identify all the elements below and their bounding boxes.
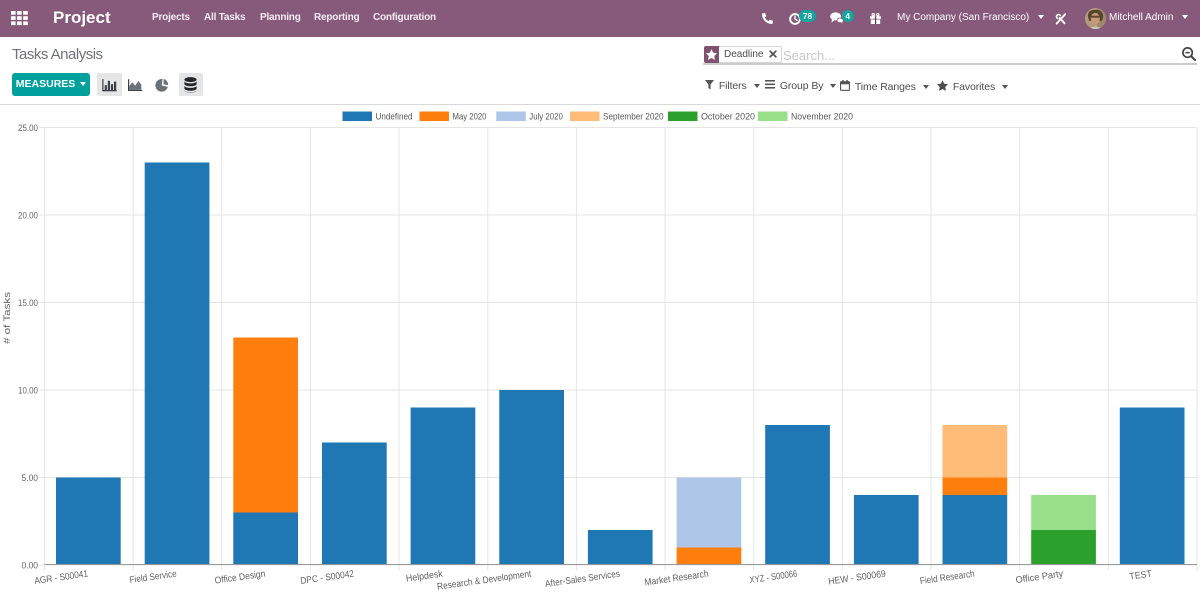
svg-text:May 2020: May 2020 bbox=[453, 112, 487, 123]
svg-text:September 2020: September 2020 bbox=[603, 112, 664, 123]
svg-text:20.00: 20.00 bbox=[18, 211, 38, 222]
svg-text:AGR - S00041: AGR - S00041 bbox=[34, 569, 89, 587]
svg-text:Undefined: Undefined bbox=[376, 112, 413, 123]
svg-text:Market Research: Market Research bbox=[644, 569, 709, 589]
svg-text:0.00: 0.00 bbox=[22, 561, 39, 572]
svg-text:DPC - S00042: DPC - S00042 bbox=[300, 569, 355, 587]
svg-text:25.00: 25.00 bbox=[18, 123, 38, 134]
svg-text:Office Design: Office Design bbox=[214, 569, 266, 587]
svg-text:Research & Development: Research & Development bbox=[436, 569, 532, 593]
svg-text:HEW - S00069: HEW - S00069 bbox=[828, 569, 887, 588]
svg-text:10.00: 10.00 bbox=[18, 386, 38, 397]
svg-text:July 2020: July 2020 bbox=[529, 112, 563, 123]
svg-text:Office Party: Office Party bbox=[1015, 569, 1064, 587]
svg-text:After-Sales Services: After-Sales Services bbox=[544, 569, 621, 590]
svg-text:October 2020: October 2020 bbox=[701, 112, 755, 123]
svg-text:XYZ - S00066: XYZ - S00066 bbox=[749, 569, 798, 587]
svg-text:# of Tasks: # of Tasks bbox=[2, 292, 13, 344]
svg-text:Field Research: Field Research bbox=[919, 569, 975, 588]
svg-text:5.00: 5.00 bbox=[22, 473, 39, 484]
svg-text:15.00: 15.00 bbox=[18, 298, 38, 309]
svg-text:Field Service: Field Service bbox=[129, 569, 178, 587]
svg-text:November 2020: November 2020 bbox=[791, 112, 853, 123]
svg-text:TEST: TEST bbox=[1129, 569, 1153, 583]
